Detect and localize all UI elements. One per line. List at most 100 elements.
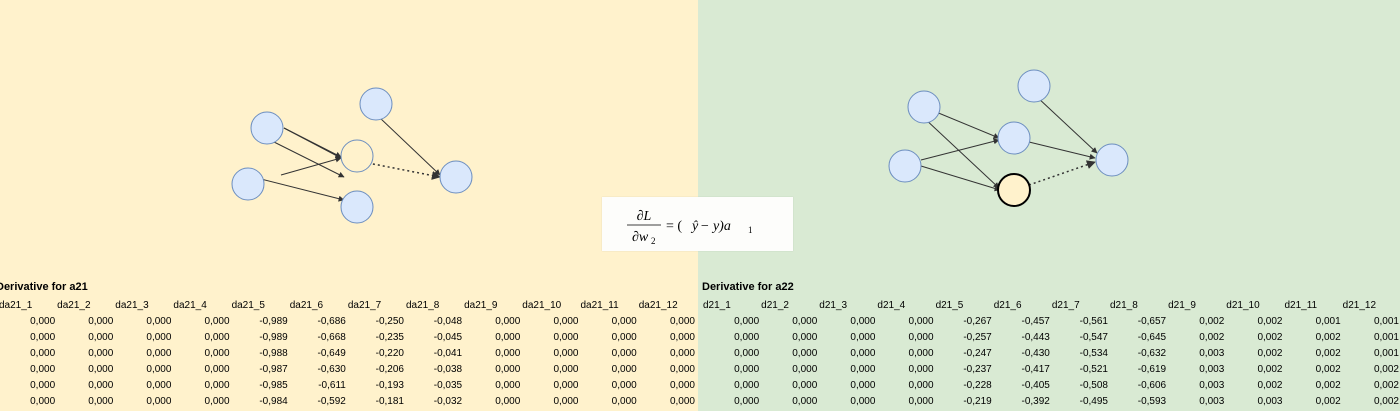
table-cell[interactable]: 0,000	[876, 377, 934, 393]
table-cell[interactable]: 0,000	[760, 345, 818, 361]
table-cell[interactable]: 0,000	[760, 377, 818, 393]
table-cell[interactable]: 0,000	[463, 361, 521, 377]
table-cell[interactable]: 0,002	[1283, 345, 1341, 361]
column-header[interactable]: d21_12	[1342, 297, 1400, 313]
table-cell[interactable]: 0,000	[463, 345, 521, 361]
table-cell[interactable]: 0,000	[818, 313, 876, 329]
table-cell[interactable]: -0,247	[935, 345, 993, 361]
table-cell[interactable]: 0,000	[579, 345, 637, 361]
table-cell[interactable]: 0,000	[760, 329, 818, 345]
table-cell[interactable]: -0,606	[1109, 377, 1167, 393]
table-cell[interactable]: 0,002	[1225, 345, 1283, 361]
table-cell[interactable]: -0,668	[289, 329, 347, 345]
table-cell[interactable]: -0,508	[1051, 377, 1109, 393]
table-cell[interactable]: 0,000	[702, 361, 760, 377]
table-cell[interactable]: 0,003	[1167, 377, 1225, 393]
table-cell[interactable]: 0,001	[1283, 313, 1341, 329]
table-cell[interactable]: 0,000	[638, 377, 696, 393]
column-header[interactable]: da21_9	[463, 297, 521, 313]
table-cell[interactable]: 0,000	[114, 361, 172, 377]
table-cell[interactable]: -0,534	[1051, 345, 1109, 361]
table-cell[interactable]: 0,000	[114, 313, 172, 329]
table-cell[interactable]: -0,206	[347, 361, 405, 377]
column-header[interactable]: da21_10	[521, 297, 579, 313]
column-header[interactable]: d21_1	[702, 297, 760, 313]
table-cell[interactable]: 0,002	[1167, 329, 1225, 345]
table-cell[interactable]: 0,000	[521, 393, 579, 409]
column-header[interactable]: d21_7	[1051, 297, 1109, 313]
table-cell[interactable]: -0,649	[289, 345, 347, 361]
column-header[interactable]: d21_5	[935, 297, 993, 313]
table-cell[interactable]: 0,000	[818, 345, 876, 361]
table-cell[interactable]: 0,000	[0, 313, 56, 329]
table-cell[interactable]: -0,592	[289, 393, 347, 409]
column-header[interactable]: da21_7	[347, 297, 405, 313]
table-cell[interactable]: 0,001	[1342, 313, 1400, 329]
table-cell[interactable]: 0,003	[1167, 393, 1225, 409]
table-cell[interactable]: 0,000	[818, 361, 876, 377]
column-header[interactable]: d21_6	[993, 297, 1051, 313]
table-cell[interactable]: 0,000	[56, 377, 114, 393]
table-cell[interactable]: -0,989	[231, 313, 289, 329]
table-cell[interactable]: 0,000	[463, 393, 521, 409]
table-cell[interactable]: -0,985	[231, 377, 289, 393]
table-cell[interactable]: -0,219	[935, 393, 993, 409]
table-cell[interactable]: 0,000	[579, 313, 637, 329]
column-header[interactable]: da21_11	[579, 297, 637, 313]
table-cell[interactable]: -0,405	[993, 377, 1051, 393]
table-cell[interactable]: 0,000	[463, 329, 521, 345]
table-cell[interactable]: 0,000	[521, 329, 579, 345]
table-cell[interactable]: 0,000	[56, 345, 114, 361]
table-cell[interactable]: -0,619	[1109, 361, 1167, 377]
table-cell[interactable]: -0,988	[231, 345, 289, 361]
table-cell[interactable]: 0,000	[172, 313, 230, 329]
table-cell[interactable]: 0,000	[760, 393, 818, 409]
table-cell[interactable]: 0,000	[579, 377, 637, 393]
table-cell[interactable]: -0,193	[347, 377, 405, 393]
table-cell[interactable]: 0,000	[876, 329, 934, 345]
table-cell[interactable]: -0,035	[405, 377, 463, 393]
table-cell[interactable]: -0,632	[1109, 345, 1167, 361]
table-cell[interactable]: 0,000	[0, 393, 56, 409]
table-cell[interactable]: 0,000	[0, 377, 56, 393]
table-cell[interactable]: 0,001	[1342, 345, 1400, 361]
table-cell[interactable]: 0,000	[172, 329, 230, 345]
table-cell[interactable]: 0,000	[521, 313, 579, 329]
column-header[interactable]: d21_11	[1283, 297, 1341, 313]
table-cell[interactable]: 0,002	[1283, 329, 1341, 345]
table-cell[interactable]: 0,000	[579, 393, 637, 409]
table-cell[interactable]: 0,000	[702, 345, 760, 361]
column-header[interactable]: da21_2	[56, 297, 114, 313]
table-cell[interactable]: 0,000	[702, 377, 760, 393]
table-cell[interactable]: 0,002	[1167, 313, 1225, 329]
table-cell[interactable]: 0,000	[521, 345, 579, 361]
table-cell[interactable]: 0,000	[760, 361, 818, 377]
table-cell[interactable]: -0,045	[405, 329, 463, 345]
table-cell[interactable]: 0,000	[638, 393, 696, 409]
table-cell[interactable]: 0,000	[114, 377, 172, 393]
table-cell[interactable]: 0,000	[0, 329, 56, 345]
table-cell[interactable]: 0,000	[463, 313, 521, 329]
table-cell[interactable]: 0,000	[638, 345, 696, 361]
table-cell[interactable]: -0,611	[289, 377, 347, 393]
table-cell[interactable]: 0,000	[876, 345, 934, 361]
table-cell[interactable]: -0,561	[1051, 313, 1109, 329]
table-cell[interactable]: 0,002	[1283, 393, 1341, 409]
table-cell[interactable]: 0,000	[579, 329, 637, 345]
table-cell[interactable]: 0,000	[172, 361, 230, 377]
table-cell[interactable]: 0,000	[114, 345, 172, 361]
table-cell[interactable]: 0,002	[1342, 393, 1400, 409]
table-cell[interactable]: 0,000	[172, 345, 230, 361]
table-cell[interactable]: -0,048	[405, 313, 463, 329]
table-cell[interactable]: 0,000	[702, 329, 760, 345]
table-cell[interactable]: 0,000	[638, 361, 696, 377]
table-cell[interactable]: 0,002	[1342, 377, 1400, 393]
column-header[interactable]: d21_10	[1225, 297, 1283, 313]
table-cell[interactable]: -0,989	[231, 329, 289, 345]
table-cell[interactable]: -0,417	[993, 361, 1051, 377]
table-cell[interactable]: 0,000	[638, 313, 696, 329]
table-cell[interactable]: 0,000	[172, 393, 230, 409]
table-cell[interactable]: -0,593	[1109, 393, 1167, 409]
table-cell[interactable]: 0,000	[114, 329, 172, 345]
table-cell[interactable]: -0,250	[347, 313, 405, 329]
